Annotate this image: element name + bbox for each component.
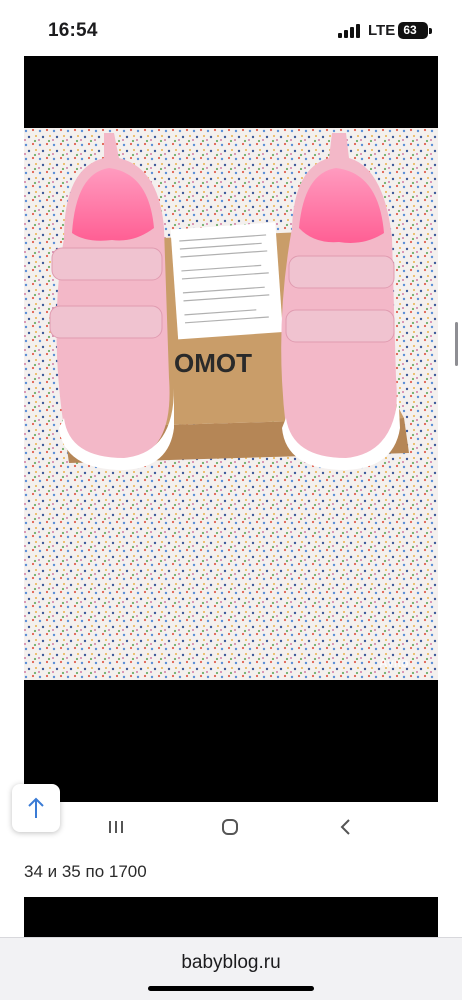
home-indicator[interactable]: [148, 986, 314, 991]
box-logo-text: OMOT: [174, 348, 252, 378]
back-icon[interactable]: [332, 814, 360, 840]
browser-address-bar[interactable]: babyblog.ru: [0, 937, 462, 1000]
status-bar: 16:54 LTE 63: [0, 0, 462, 56]
post-caption: 34 и 35 по 1700: [24, 862, 147, 881]
scroll-to-top-button[interactable]: [12, 784, 60, 832]
signal-icon: [338, 24, 362, 38]
battery-tip: [429, 28, 432, 34]
arrow-up-icon: [28, 797, 44, 818]
android-nav-bar: [24, 802, 438, 852]
photo-watermark: Avito: [379, 656, 409, 670]
network-type: LTE: [368, 22, 396, 39]
battery-icon: 63: [398, 22, 428, 39]
status-time: 16:54: [48, 20, 98, 41]
scrollbar[interactable]: [455, 322, 458, 366]
home-icon[interactable]: [216, 814, 244, 840]
recents-icon[interactable]: [102, 814, 130, 840]
product-photo[interactable]: OMOT: [24, 128, 438, 680]
post-media-frame[interactable]: OMOT Avito: [24, 56, 438, 802]
battery-level: 63: [403, 23, 417, 37]
url-text[interactable]: babyblog.ru: [0, 952, 462, 974]
product-tag: [170, 222, 283, 340]
